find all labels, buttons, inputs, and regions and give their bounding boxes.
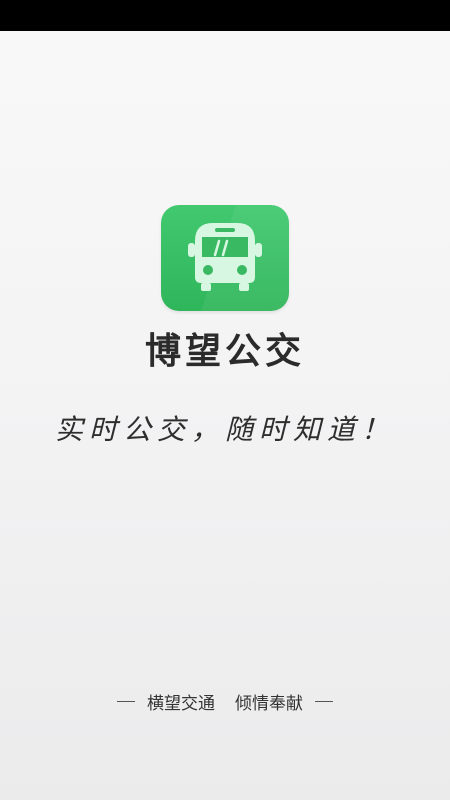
footer-right-text: 倾情奉献	[235, 693, 303, 714]
bus-icon	[188, 205, 289, 311]
app-title: 博望公交	[144, 331, 305, 372]
footer-credit: 横望交通 倾情奉献	[0, 688, 450, 714]
footer-dash-right	[315, 700, 333, 702]
app-logo	[161, 205, 289, 311]
footer-dash-left	[117, 700, 135, 702]
slogan-text: 实时公交，随时知道！	[54, 413, 395, 446]
footer-left-text: 横望交通	[147, 693, 215, 714]
status-bar	[0, 0, 450, 31]
